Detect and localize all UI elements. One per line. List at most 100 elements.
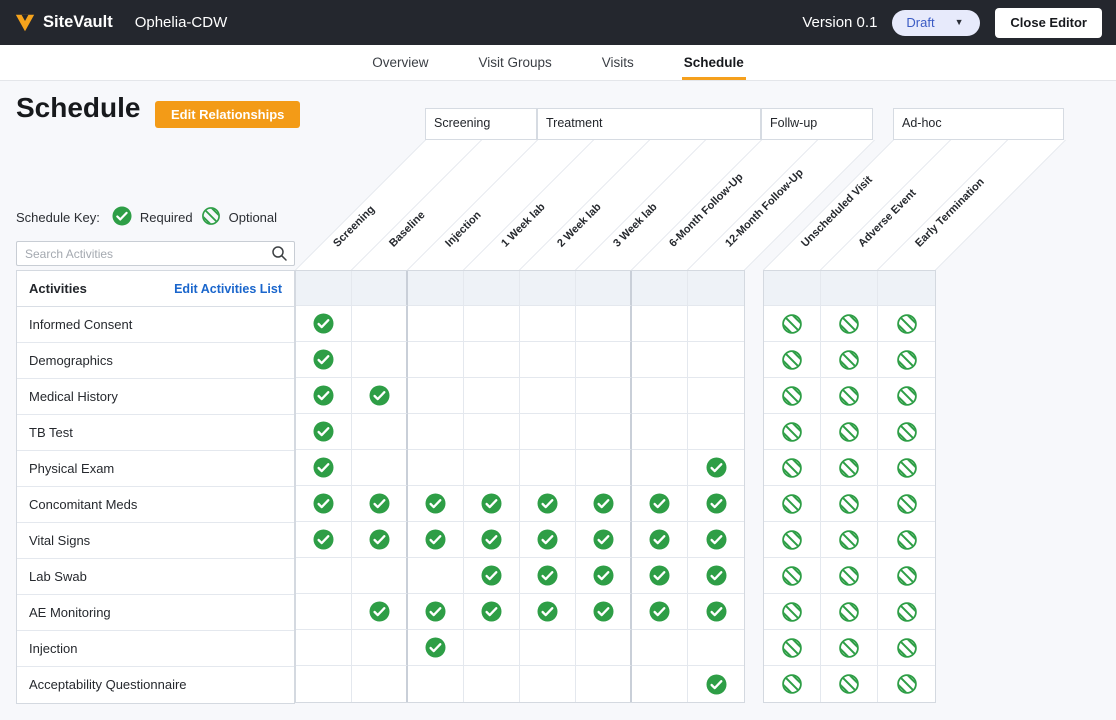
schedule-cell[interactable] — [464, 306, 520, 342]
schedule-cell[interactable] — [520, 306, 576, 342]
schedule-cell[interactable] — [764, 414, 821, 450]
schedule-cell[interactable] — [576, 450, 632, 486]
schedule-cell[interactable] — [764, 522, 821, 558]
schedule-cell[interactable] — [878, 666, 935, 702]
schedule-cell[interactable] — [408, 522, 464, 558]
schedule-cell[interactable] — [576, 558, 632, 594]
schedule-cell[interactable] — [821, 522, 878, 558]
schedule-cell[interactable] — [464, 414, 520, 450]
schedule-cell[interactable] — [632, 594, 688, 630]
schedule-cell[interactable] — [296, 630, 352, 666]
schedule-cell[interactable] — [464, 486, 520, 522]
schedule-cell[interactable] — [464, 342, 520, 378]
schedule-cell[interactable] — [821, 342, 878, 378]
schedule-cell[interactable] — [464, 666, 520, 702]
schedule-cell[interactable] — [878, 450, 935, 486]
schedule-cell[interactable] — [764, 378, 821, 414]
schedule-cell[interactable] — [352, 666, 408, 702]
schedule-cell[interactable] — [821, 450, 878, 486]
schedule-cell[interactable] — [296, 342, 352, 378]
schedule-cell[interactable] — [352, 594, 408, 630]
schedule-cell[interactable] — [464, 450, 520, 486]
schedule-cell[interactable] — [821, 486, 878, 522]
schedule-cell[interactable] — [408, 450, 464, 486]
schedule-cell[interactable] — [520, 486, 576, 522]
schedule-cell[interactable] — [764, 342, 821, 378]
schedule-cell[interactable] — [688, 558, 744, 594]
schedule-cell[interactable] — [878, 558, 935, 594]
schedule-cell[interactable] — [408, 414, 464, 450]
schedule-cell[interactable] — [878, 594, 935, 630]
schedule-cell[interactable] — [764, 450, 821, 486]
schedule-cell[interactable] — [688, 450, 744, 486]
schedule-cell[interactable] — [520, 666, 576, 702]
schedule-cell[interactable] — [352, 486, 408, 522]
schedule-cell[interactable] — [408, 666, 464, 702]
tab-overview[interactable]: Overview — [370, 45, 430, 80]
schedule-cell[interactable] — [576, 522, 632, 558]
schedule-cell[interactable] — [878, 342, 935, 378]
schedule-cell[interactable] — [296, 558, 352, 594]
tab-schedule[interactable]: Schedule — [682, 45, 746, 80]
schedule-cell[interactable] — [688, 522, 744, 558]
schedule-cell[interactable] — [688, 630, 744, 666]
search-activities-input[interactable] — [16, 241, 295, 266]
schedule-cell[interactable] — [408, 342, 464, 378]
schedule-cell[interactable] — [408, 486, 464, 522]
schedule-cell[interactable] — [764, 558, 821, 594]
schedule-cell[interactable] — [408, 306, 464, 342]
schedule-cell[interactable] — [296, 306, 352, 342]
schedule-cell[interactable] — [408, 630, 464, 666]
schedule-cell[interactable] — [464, 594, 520, 630]
schedule-cell[interactable] — [408, 558, 464, 594]
schedule-cell[interactable] — [576, 414, 632, 450]
schedule-cell[interactable] — [821, 414, 878, 450]
schedule-cell[interactable] — [296, 486, 352, 522]
schedule-cell[interactable] — [688, 306, 744, 342]
schedule-cell[interactable] — [632, 558, 688, 594]
schedule-cell[interactable] — [764, 666, 821, 702]
schedule-cell[interactable] — [878, 414, 935, 450]
schedule-cell[interactable] — [408, 378, 464, 414]
schedule-cell[interactable] — [576, 486, 632, 522]
close-editor-button[interactable]: Close Editor — [995, 8, 1102, 38]
schedule-cell[interactable] — [296, 414, 352, 450]
schedule-cell[interactable] — [352, 522, 408, 558]
schedule-cell[interactable] — [632, 306, 688, 342]
schedule-cell[interactable] — [764, 630, 821, 666]
schedule-cell[interactable] — [352, 630, 408, 666]
schedule-cell[interactable] — [764, 594, 821, 630]
schedule-cell[interactable] — [520, 414, 576, 450]
schedule-cell[interactable] — [632, 342, 688, 378]
schedule-cell[interactable] — [821, 378, 878, 414]
schedule-cell[interactable] — [632, 486, 688, 522]
schedule-cell[interactable] — [408, 594, 464, 630]
schedule-cell[interactable] — [688, 378, 744, 414]
schedule-cell[interactable] — [296, 378, 352, 414]
schedule-cell[interactable] — [464, 558, 520, 594]
tab-visit-groups[interactable]: Visit Groups — [476, 45, 553, 80]
schedule-cell[interactable] — [576, 378, 632, 414]
tab-visits[interactable]: Visits — [600, 45, 636, 80]
edit-activities-list-link[interactable]: Edit Activities List — [174, 282, 282, 296]
schedule-cell[interactable] — [352, 414, 408, 450]
schedule-cell[interactable] — [352, 342, 408, 378]
schedule-cell[interactable] — [352, 378, 408, 414]
schedule-cell[interactable] — [688, 342, 744, 378]
schedule-cell[interactable] — [576, 306, 632, 342]
schedule-cell[interactable] — [296, 666, 352, 702]
schedule-cell[interactable] — [632, 666, 688, 702]
schedule-cell[interactable] — [821, 306, 878, 342]
schedule-cell[interactable] — [520, 630, 576, 666]
schedule-cell[interactable] — [821, 594, 878, 630]
status-dropdown[interactable]: Draft ▼ — [892, 10, 980, 36]
schedule-cell[interactable] — [878, 522, 935, 558]
schedule-cell[interactable] — [632, 450, 688, 486]
schedule-cell[interactable] — [352, 450, 408, 486]
schedule-cell[interactable] — [688, 666, 744, 702]
edit-relationships-button[interactable]: Edit Relationships — [155, 101, 300, 128]
schedule-cell[interactable] — [764, 306, 821, 342]
schedule-cell[interactable] — [821, 630, 878, 666]
schedule-cell[interactable] — [878, 486, 935, 522]
schedule-cell[interactable] — [520, 342, 576, 378]
